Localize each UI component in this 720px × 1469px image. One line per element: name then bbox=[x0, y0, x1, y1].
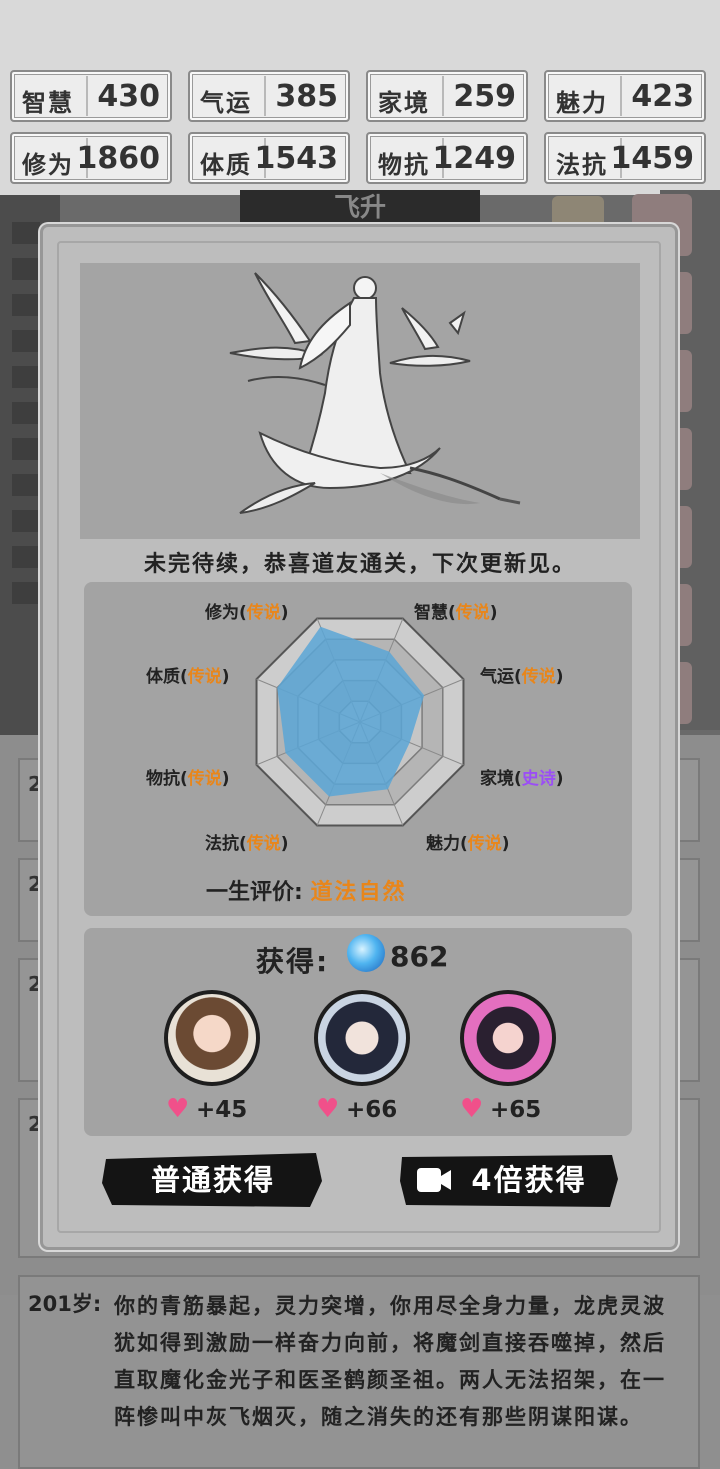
list-item bbox=[12, 330, 40, 352]
list-item bbox=[12, 546, 40, 568]
stat-value: 1860 bbox=[76, 141, 161, 176]
affection-bonus: +65 bbox=[490, 1097, 542, 1123]
log-age: 201岁: bbox=[28, 1292, 102, 1316]
radar-axis-rating: 传说 bbox=[246, 834, 281, 854]
character-avatar-2 bbox=[314, 990, 410, 1086]
divider bbox=[86, 76, 88, 116]
ascension-illustration bbox=[80, 263, 640, 539]
heart-icon: ♥ bbox=[316, 1094, 340, 1124]
list-item bbox=[12, 258, 40, 280]
list-item bbox=[12, 294, 40, 316]
reward-label: 获得: bbox=[256, 945, 330, 978]
evaluation-value: 道法自然 bbox=[310, 880, 407, 905]
video-claim-label: 4倍获得 bbox=[471, 1163, 587, 1197]
stat-value: 423 bbox=[631, 79, 694, 114]
feature-title: 飞升 bbox=[240, 190, 480, 226]
life-evaluation: 一生评价: 道法自然 bbox=[206, 874, 407, 906]
video-4x-claim-button[interactable]: 4倍获得 bbox=[398, 1151, 620, 1209]
stats-panel: 智慧 430 气运 385 家境 259 魅力 423 修为 1860 体质 1… bbox=[0, 0, 720, 195]
list-item bbox=[12, 474, 40, 496]
list-item bbox=[12, 222, 40, 244]
stat-cultivation: 修为 1860 bbox=[10, 132, 172, 184]
stat-charm: 魅力 423 bbox=[544, 70, 706, 122]
radar-axis-rating: 传说 bbox=[187, 667, 222, 687]
radar-axis-rating: 传说 bbox=[521, 667, 556, 687]
divider bbox=[264, 76, 266, 116]
list-item bbox=[12, 402, 40, 424]
stat-magic-resist: 法抗 1459 bbox=[544, 132, 706, 184]
stat-label: 家境 bbox=[378, 89, 430, 117]
reward-amount: 862 bbox=[390, 940, 449, 973]
radar-axis-name: 魅力 bbox=[426, 834, 460, 854]
stat-value: 1459 bbox=[610, 141, 695, 176]
list-item bbox=[12, 510, 40, 532]
stat-value: 1249 bbox=[432, 141, 517, 176]
heart-icon: ♥ bbox=[166, 1094, 190, 1124]
affection-bonus: +45 bbox=[196, 1097, 248, 1123]
radar-axis-name: 家境 bbox=[480, 769, 514, 789]
list-item bbox=[12, 582, 40, 604]
radar-label-family: 家境(史诗) bbox=[480, 769, 564, 789]
spirit-orb-icon bbox=[347, 934, 385, 972]
radar-axis-name: 修为 bbox=[205, 603, 239, 623]
radar-axis-rating: 史诗 bbox=[521, 769, 556, 789]
radar-label-magic-resist: 法抗(传说) bbox=[205, 834, 289, 854]
stat-wisdom: 智慧 430 bbox=[10, 70, 172, 122]
normal-claim-label: 普通获得 bbox=[150, 1163, 275, 1197]
radar-axis-name: 气运 bbox=[480, 667, 514, 687]
radar-axis-name: 智慧 bbox=[414, 603, 448, 623]
radar-label-cultivation: 修为(传说) bbox=[205, 603, 289, 623]
divider bbox=[620, 76, 622, 116]
radar-label-physique: 体质(传说) bbox=[146, 667, 230, 687]
stat-label: 物抗 bbox=[378, 151, 430, 179]
stat-label: 体质 bbox=[200, 151, 252, 179]
radar-axis-name: 物抗 bbox=[146, 769, 180, 789]
radar-axis-rating: 传说 bbox=[246, 603, 281, 623]
stat-label: 法抗 bbox=[556, 151, 608, 179]
radar-label-wisdom: 智慧(传说) bbox=[414, 603, 498, 623]
stat-label: 智慧 bbox=[22, 89, 74, 117]
log-text: 你的青筋暴起，灵力突增，你用尽全身力量，龙虎灵波犹如得到激励一样奋力向前，将魔剑… bbox=[114, 1294, 666, 1429]
list-item bbox=[12, 438, 40, 460]
stat-label: 魅力 bbox=[556, 89, 608, 117]
radar-label-luck: 气运(传说) bbox=[480, 667, 564, 687]
normal-claim-button[interactable]: 普通获得 bbox=[100, 1151, 326, 1209]
radar-axis-name: 法抗 bbox=[205, 834, 239, 854]
character-avatar-3 bbox=[460, 990, 556, 1086]
list-item bbox=[12, 366, 40, 388]
character-avatar-1 bbox=[164, 990, 260, 1086]
stat-value: 1543 bbox=[254, 141, 339, 176]
stat-physical-resist: 物抗 1249 bbox=[366, 132, 528, 184]
heart-icon: ♥ bbox=[460, 1094, 484, 1124]
ending-message: 未完待续，恭喜道友通关，下次更新见。 bbox=[143, 552, 576, 577]
affection-bonus: +66 bbox=[346, 1097, 398, 1123]
radar-axis-rating: 传说 bbox=[455, 603, 490, 623]
evaluation-label: 一生评价: bbox=[206, 880, 303, 905]
attribute-radar-chart bbox=[255, 617, 465, 827]
radar-label-physical-resist: 物抗(传说) bbox=[146, 769, 230, 789]
stat-label: 修为 bbox=[22, 151, 74, 179]
radar-label-charm: 魅力(传说) bbox=[426, 834, 510, 854]
stat-value: 385 bbox=[275, 79, 338, 114]
divider bbox=[442, 76, 444, 116]
stat-value: 259 bbox=[453, 79, 516, 114]
stat-luck: 气运 385 bbox=[188, 70, 350, 122]
stat-value: 430 bbox=[97, 79, 160, 114]
stat-label: 气运 bbox=[200, 89, 252, 117]
radar-axis-rating: 传说 bbox=[467, 834, 502, 854]
stat-physique: 体质 1543 bbox=[188, 132, 350, 184]
stat-family: 家境 259 bbox=[366, 70, 528, 122]
radar-axis-rating: 传说 bbox=[187, 769, 222, 789]
radar-axis-name: 体质 bbox=[146, 667, 180, 687]
